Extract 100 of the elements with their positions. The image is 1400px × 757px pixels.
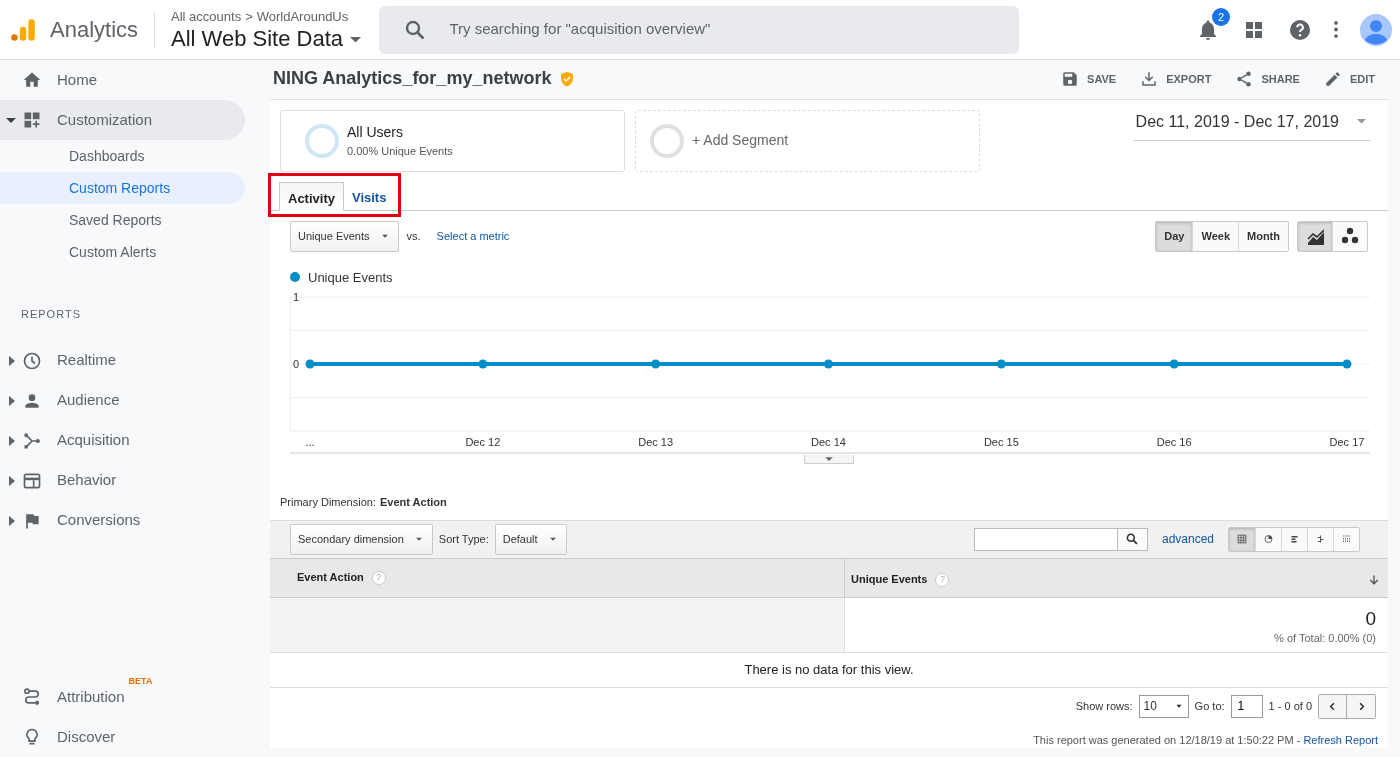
- pencil-icon: [1323, 70, 1342, 89]
- nav-subitem[interactable]: Custom Reports: [0, 172, 245, 204]
- interval-button[interactable]: Month: [1238, 221, 1288, 251]
- nav-item[interactable]: Behavior: [0, 460, 245, 501]
- data-point: [1342, 359, 1352, 369]
- property-selector[interactable]: All Web Site Data: [171, 26, 362, 53]
- view-button[interactable]: [1255, 527, 1281, 551]
- x-axis-label: Dec 15: [983, 436, 1019, 448]
- versus-label: vs.: [406, 228, 421, 244]
- column-header[interactable]: Event Action ?: [270, 558, 845, 597]
- legend-label: Unique Events: [308, 269, 393, 285]
- secondary-dimension-dropdown[interactable]: Secondary dimension: [290, 523, 433, 555]
- notification-count: 2: [1212, 8, 1230, 27]
- help-icon: [1288, 17, 1312, 42]
- nav-item[interactable]: Discover: [0, 717, 245, 757]
- more-icon: [1334, 21, 1338, 38]
- search-bar[interactable]: Try searching for "acquisition overview": [379, 5, 1020, 54]
- segment-ring-icon: [305, 123, 339, 158]
- breadcrumb-link[interactable]: WorldAroundUs: [256, 6, 349, 27]
- caret-icon: [350, 36, 362, 42]
- advanced-link[interactable]: advanced: [1161, 530, 1214, 548]
- segment-card[interactable]: All Users 0.00% Unique Events: [280, 109, 625, 172]
- breadcrumb-separator: >: [245, 7, 253, 26]
- interval-button[interactable]: Day: [1156, 221, 1193, 251]
- empty-message: There is no data for this view.: [744, 660, 914, 679]
- view-button[interactable]: [1333, 527, 1359, 551]
- home-icon: [22, 70, 42, 90]
- report-action-button[interactable]: SAVE: [1061, 70, 1117, 89]
- data-point: [1169, 359, 1179, 369]
- chart-type-button[interactable]: [1332, 221, 1367, 251]
- search-field[interactable]: Try searching for "acquisition overview": [447, 17, 1020, 42]
- segment-detail: 0.00% Unique Events: [347, 143, 453, 159]
- next-page-button[interactable]: [1347, 694, 1375, 718]
- nav-subitem[interactable]: Dashboards: [0, 140, 245, 172]
- filter-search-button[interactable]: [1117, 527, 1148, 551]
- view-button[interactable]: [1229, 527, 1255, 551]
- x-axis-label: Dec 14: [811, 436, 846, 448]
- data-point: [824, 359, 833, 369]
- tab[interactable]: Visits: [343, 181, 395, 211]
- x-axis-label: Dec 12: [465, 436, 501, 448]
- segment-ring-icon: [650, 123, 684, 158]
- column-label: Event Action: [297, 570, 364, 586]
- report-title: NING Analytics_for_my_network: [273, 68, 552, 91]
- go-to-label: Go to:: [1194, 698, 1225, 714]
- caret-icon: [6, 393, 16, 408]
- caret-icon: [823, 455, 835, 464]
- report-action-button[interactable]: SHARE: [1235, 70, 1300, 89]
- nav-item[interactable]: Conversions: [0, 500, 245, 541]
- nav-item[interactable]: Customization: [0, 100, 245, 140]
- x-axis-label: Dec 17: [1329, 436, 1365, 448]
- nav-item[interactable]: Acquisition: [0, 420, 245, 461]
- primary-dimension-value: Event Action: [379, 496, 447, 508]
- download-icon: [1140, 70, 1159, 89]
- view-button[interactable]: [1281, 527, 1307, 551]
- previous-page-button[interactable]: [1319, 694, 1347, 718]
- metric-dropdown[interactable]: Unique Events: [290, 220, 399, 252]
- view-button[interactable]: [1307, 527, 1333, 551]
- show-rows-label: Show rows:: [1075, 698, 1133, 714]
- nav-subitem[interactable]: Saved Reports: [0, 204, 245, 236]
- sort-type-dropdown[interactable]: Default: [494, 523, 567, 555]
- primary-dimension-label: Primary Dimension:: [280, 496, 376, 508]
- chart-type-button[interactable]: [1298, 221, 1332, 251]
- nav-item[interactable]: Home: [0, 60, 245, 100]
- section-heading: REPORTS: [20, 307, 82, 322]
- add-segment-button[interactable]: + Add Segment: [635, 109, 980, 172]
- x-axis-label: Dec 16: [1156, 436, 1192, 448]
- caret-icon: [6, 513, 16, 528]
- breadcrumb-link[interactable]: All accounts: [171, 6, 242, 27]
- rows-per-page-dropdown[interactable]: 10: [1138, 694, 1189, 718]
- clock-icon: [22, 350, 42, 371]
- report-action-button[interactable]: EDIT: [1323, 70, 1375, 89]
- shield-check-icon: [559, 71, 576, 88]
- report-action-button[interactable]: EXPORT: [1140, 70, 1212, 89]
- total-value: 0: [1364, 607, 1376, 630]
- save-icon: [1061, 70, 1080, 89]
- caret-icon: [6, 353, 16, 368]
- page-range: 1 - 0 of 0: [1268, 698, 1312, 714]
- date-range-picker[interactable]: Dec 11, 2019 - Dec 17, 2019: [1133, 109, 1370, 141]
- line-chart-icon: [1306, 227, 1324, 245]
- column-header[interactable]: Unique Events ?: [845, 558, 1388, 597]
- collapse-chart-tab[interactable]: [804, 455, 854, 464]
- caret-icon: [6, 433, 16, 448]
- nav-item[interactable]: Audience: [0, 380, 245, 421]
- y-axis-label: 0: [292, 358, 300, 370]
- select-metric-link[interactable]: Select a metric: [436, 227, 510, 245]
- route-icon: [22, 687, 42, 707]
- data-point: [305, 359, 315, 369]
- nav-subitem[interactable]: Custom Alerts: [0, 236, 245, 268]
- nav-item[interactable]: Realtime: [0, 340, 245, 381]
- page-input[interactable]: 1: [1230, 694, 1263, 718]
- share-icon: [1235, 70, 1254, 89]
- table-filter-input[interactable]: [973, 527, 1118, 551]
- refresh-report-link[interactable]: Refresh Report: [1303, 733, 1378, 746]
- caret-icon: [6, 473, 16, 488]
- bubbles-icon: [1341, 227, 1359, 245]
- total-share: % of Total: 0.00% (0): [1273, 630, 1376, 646]
- x-axis-label: ...: [305, 436, 315, 448]
- column-label: Unique Events: [851, 572, 928, 588]
- interval-button[interactable]: Week: [1192, 221, 1238, 251]
- tab[interactable]: Activity: [279, 181, 344, 211]
